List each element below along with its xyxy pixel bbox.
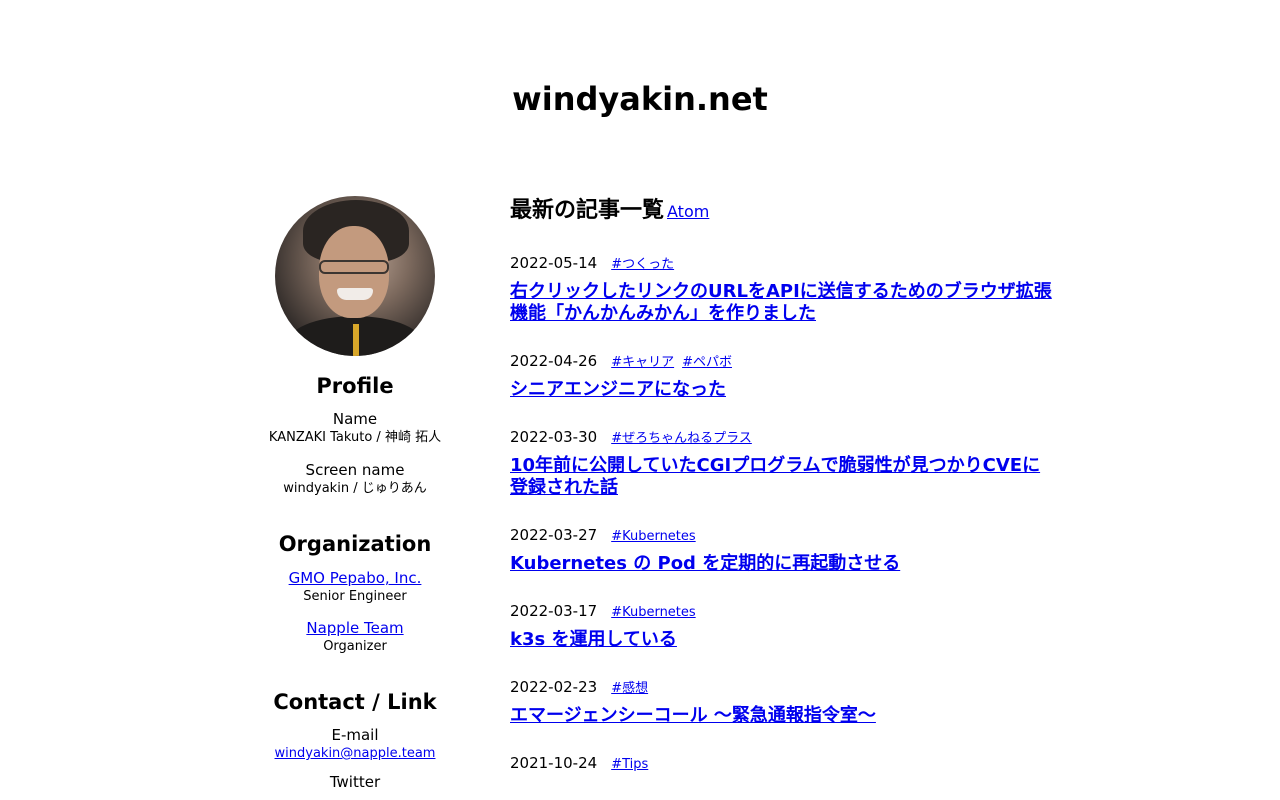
article-item: 2022-04-26 #キャリア #ペパボ シニアエンジニアになった bbox=[510, 351, 1055, 401]
org-link-gmo-pepabo[interactable]: GMO Pepabo, Inc. bbox=[289, 569, 422, 587]
article-date: 2022-03-27 bbox=[510, 526, 598, 544]
tag-link[interactable]: #ぜろちゃんねるプラス bbox=[611, 429, 752, 449]
article-list-heading: 最新の記事一覧 Atom bbox=[510, 196, 1055, 227]
article-item: 2022-05-14 #つくった 右クリックしたリンクのURLをAPIに送信する… bbox=[510, 253, 1055, 325]
contact-heading: Contact / Link bbox=[273, 690, 437, 714]
name-value: KANZAKI Takuto / 神崎 拓人 bbox=[268, 430, 442, 445]
article-title-link[interactable]: 10年前に公開していたCGIプログラムで脆弱性が見つかりCVEに登録された話 bbox=[510, 455, 1055, 499]
article-date: 2022-04-26 bbox=[510, 352, 598, 370]
article-date: 2022-02-23 bbox=[510, 678, 598, 696]
article-item: 2022-03-17 #Kubernetes k3s を運用している bbox=[510, 601, 1055, 651]
tag-link[interactable]: #感想 bbox=[611, 679, 648, 699]
article-title-link[interactable]: Kubernetes の Pod を定期的に再起動させる bbox=[510, 553, 1055, 575]
profile-heading: Profile bbox=[316, 374, 394, 398]
article-title-link[interactable]: エマージェンシーコール 〜緊急通報指令室〜 bbox=[510, 705, 1055, 727]
org-link-napple-team[interactable]: Napple Team bbox=[306, 619, 403, 637]
org-role-gmo-pepabo: Senior Engineer bbox=[303, 589, 407, 604]
article-item: 2021-10-24 #Tips bbox=[510, 753, 1055, 775]
name-label: Name bbox=[332, 410, 378, 428]
article-date: 2022-03-17 bbox=[510, 602, 598, 620]
article-title-link[interactable]: k3s を運用している bbox=[510, 629, 1055, 651]
atom-feed-link[interactable]: Atom bbox=[667, 202, 709, 221]
article-list-title: 最新の記事一覧 bbox=[510, 198, 665, 223]
avatar bbox=[275, 196, 435, 356]
article-item: 2022-02-23 #感想 エマージェンシーコール 〜緊急通報指令室〜 bbox=[510, 677, 1055, 727]
tag-link[interactable]: #キャリア bbox=[611, 353, 674, 373]
organization-heading: Organization bbox=[278, 532, 432, 556]
tag-link[interactable]: #つくった bbox=[611, 255, 674, 275]
twitter-label: Twitter bbox=[329, 773, 381, 791]
article-title-link[interactable]: シニアエンジニアになった bbox=[510, 379, 1055, 401]
tag-link[interactable]: #Tips bbox=[611, 755, 648, 775]
article-list: 最新の記事一覧 Atom 2022-05-14 #つくった 右クリックしたリンクの… bbox=[510, 196, 1055, 775]
email-link[interactable]: windyakin@napple.team bbox=[275, 746, 436, 761]
site-title: windyakin.net bbox=[512, 80, 768, 118]
article-date: 2021-10-24 bbox=[510, 754, 598, 772]
email-label: E-mail bbox=[331, 726, 379, 744]
tag-link[interactable]: #Kubernetes bbox=[611, 603, 695, 623]
org-role-napple-team: Organizer bbox=[323, 639, 387, 654]
tag-link[interactable]: #Kubernetes bbox=[611, 527, 695, 547]
article-title-link[interactable]: 右クリックしたリンクのURLをAPIに送信するためのブラウザ拡張機能「かんかんみ… bbox=[510, 281, 1055, 325]
sidebar: Profile Name KANZAKI Takuto / 神崎 拓人 Scre… bbox=[255, 196, 455, 792]
screen-name-value: windyakin / じゅりあん bbox=[283, 481, 427, 496]
article-date: 2022-05-14 bbox=[510, 254, 598, 272]
screen-name-label: Screen name bbox=[305, 461, 405, 479]
article-date: 2022-03-30 bbox=[510, 428, 598, 446]
tag-link[interactable]: #ペパボ bbox=[682, 353, 732, 373]
article-item: 2022-03-27 #Kubernetes Kubernetes の Pod … bbox=[510, 525, 1055, 575]
article-item: 2022-03-30 #ぜろちゃんねるプラス 10年前に公開していたCGIプログ… bbox=[510, 427, 1055, 499]
